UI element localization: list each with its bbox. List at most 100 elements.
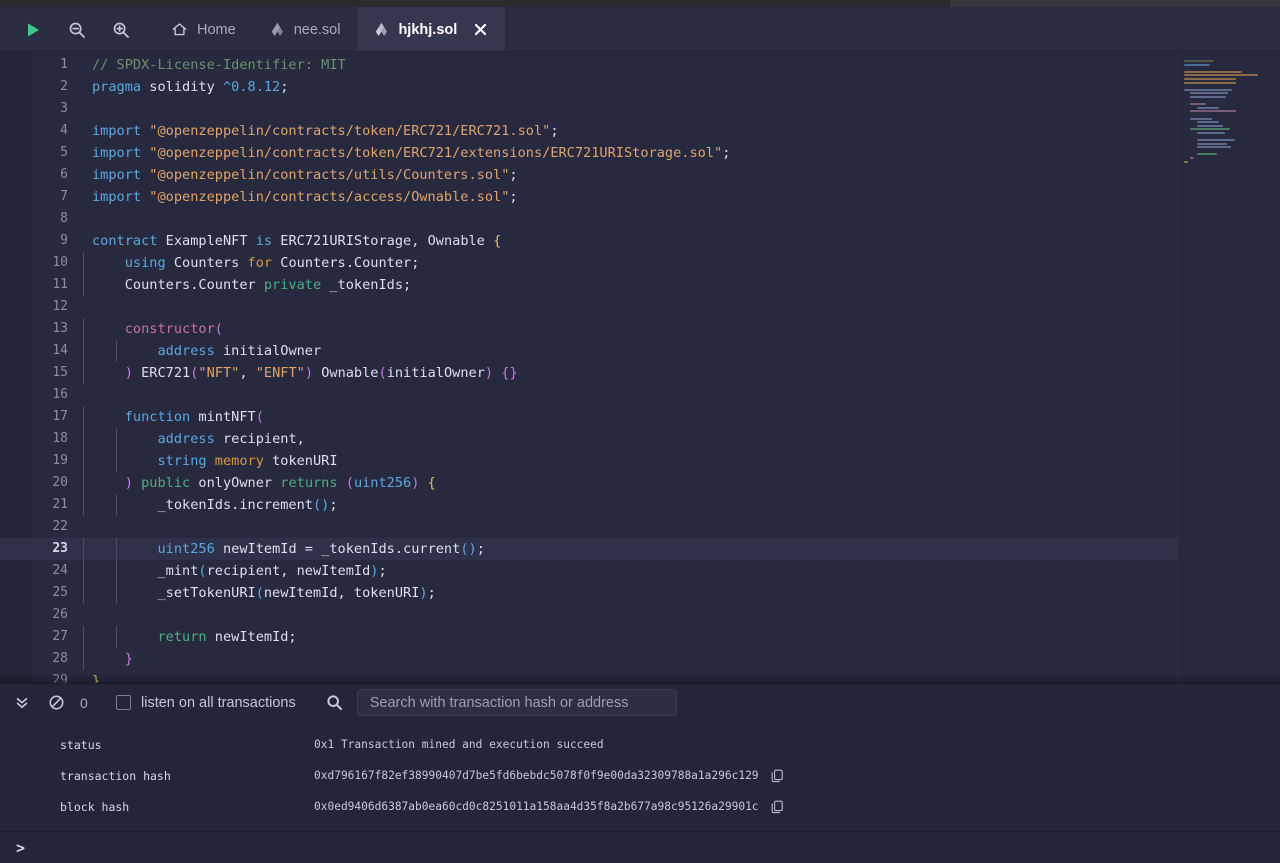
minimap-line bbox=[1184, 60, 1214, 62]
zoom-out-icon[interactable] bbox=[66, 19, 88, 41]
editor-tabbar: Home nee.sol hjkhj.sol bbox=[0, 7, 1280, 52]
code-line[interactable]: 2 pragma solidity ^0.8.12; bbox=[0, 76, 1280, 98]
code-token: ( bbox=[255, 409, 264, 425]
code-line[interactable]: 28 } bbox=[0, 648, 1280, 670]
code-line[interactable]: 24 _mint(recipient, newItemId); bbox=[0, 560, 1280, 582]
minimap-line bbox=[1184, 74, 1258, 77]
code-line[interactable]: 18 address recipient, bbox=[0, 428, 1280, 450]
terminal-prompt[interactable]: > bbox=[16, 839, 25, 857]
line-number: 15 bbox=[52, 365, 68, 380]
code-token: ( bbox=[214, 321, 223, 337]
line-text: ) public onlyOwner returns (uint256) { bbox=[82, 472, 1280, 494]
line-number: 21 bbox=[52, 497, 68, 512]
code-line[interactable]: 6 import "@openzeppelin/contracts/utils/C… bbox=[0, 164, 1280, 186]
clear-console-icon[interactable] bbox=[46, 693, 66, 713]
code-line[interactable]: 12 bbox=[0, 296, 1280, 318]
minimap-line bbox=[1184, 70, 1242, 73]
code-token: ; bbox=[329, 497, 338, 513]
line-text bbox=[82, 296, 1280, 318]
indent-guide bbox=[115, 560, 117, 582]
file-tabs: Home nee.sol hjkhj.sol bbox=[154, 7, 506, 52]
code-token: newItemId, tokenURI bbox=[263, 585, 420, 601]
line-text bbox=[82, 516, 1280, 538]
indent-guide bbox=[115, 340, 117, 362]
search-input[interactable] bbox=[356, 689, 677, 716]
code-line[interactable]: 21 _tokenIds.increment(); bbox=[0, 494, 1280, 516]
listen-on-transactions-toggle[interactable]: listen on all transactions bbox=[116, 695, 296, 711]
line-number: 16 bbox=[52, 387, 68, 402]
terminal-input-bar[interactable]: > bbox=[0, 831, 1280, 863]
code-line[interactable]: 19 string memory tokenURI bbox=[0, 450, 1280, 472]
code-token: ) bbox=[124, 475, 133, 491]
line-text: _tokenIds.increment(); bbox=[82, 494, 1280, 516]
double-chevron-down-icon[interactable] bbox=[12, 693, 32, 713]
code-line[interactable]: 27 return newItemId; bbox=[0, 626, 1280, 648]
tab-hjkhj-sol[interactable]: hjkhj.sol bbox=[357, 7, 506, 52]
code-token: Counters.Counter; bbox=[272, 255, 420, 271]
minimap[interactable] bbox=[1177, 52, 1280, 683]
zoom-in-icon[interactable] bbox=[110, 19, 132, 41]
code-token: ; bbox=[280, 79, 289, 95]
code-token: public bbox=[141, 475, 191, 491]
search-icon[interactable] bbox=[326, 694, 343, 711]
copy-icon[interactable] bbox=[771, 769, 784, 783]
line-number: 2 bbox=[60, 79, 68, 94]
code-line[interactable]: 7 import "@openzeppelin/contracts/access/… bbox=[0, 186, 1280, 208]
code-token: returns bbox=[280, 475, 338, 491]
code-line[interactable]: 20 ) public onlyOwner returns (uint256) … bbox=[0, 472, 1280, 494]
code-line[interactable]: 8 bbox=[0, 208, 1280, 230]
line-text: pragma solidity ^0.8.12; bbox=[82, 76, 1280, 98]
code-line[interactable]: 11 Counters.Counter private _tokenIds; bbox=[0, 274, 1280, 296]
code-token: Ownable bbox=[313, 365, 379, 381]
line-number: 12 bbox=[52, 299, 68, 314]
run-icon[interactable] bbox=[22, 19, 44, 41]
code-line[interactable]: 16 bbox=[0, 384, 1280, 406]
code-token: return bbox=[157, 629, 207, 645]
code-line[interactable]: 26 bbox=[0, 604, 1280, 626]
code-line[interactable]: 29} bbox=[0, 670, 1280, 683]
minimap-line bbox=[1196, 142, 1227, 145]
code-line[interactable]: 9 contract ExampleNFT is ERC721URIStorage… bbox=[0, 230, 1280, 252]
code-line[interactable]: 4 import "@openzeppelin/contracts/token/E… bbox=[0, 120, 1280, 142]
code-token: mintNFT bbox=[190, 409, 256, 425]
indent-guide bbox=[83, 626, 84, 648]
code-line[interactable]: 25 _setTokenURI(newItemId, tokenURI); bbox=[0, 582, 1280, 604]
code-line[interactable]: 14 address initialOwner bbox=[0, 340, 1280, 362]
code-line[interactable]: 10 using Counters for Counters.Counter; bbox=[0, 252, 1280, 274]
code-token: {} bbox=[501, 365, 518, 381]
code-editor[interactable]: 1 // SPDX-License-Identifier: MIT 2 pragma … bbox=[0, 52, 1280, 683]
line-text: constructor( bbox=[82, 318, 1280, 340]
window-top-strip-right bbox=[950, 0, 1280, 7]
detail-key: block hash bbox=[60, 799, 130, 814]
code-line[interactable]: 17 function mintNFT( bbox=[0, 406, 1280, 428]
code-token: { bbox=[493, 233, 502, 249]
listen-checkbox[interactable] bbox=[116, 695, 131, 710]
minimap-line bbox=[1190, 95, 1227, 98]
tab-nee-sol[interactable]: nee.sol bbox=[253, 7, 358, 52]
code-line[interactable]: 3 bbox=[0, 98, 1280, 120]
code-token: address bbox=[157, 343, 215, 359]
code-line[interactable]: 22 bbox=[0, 516, 1280, 538]
code-lines-container[interactable]: 1 // SPDX-License-Identifier: MIT 2 pragma … bbox=[0, 52, 1280, 683]
copy-icon[interactable] bbox=[771, 800, 784, 814]
code-token: ( bbox=[378, 365, 387, 381]
line-number: 13 bbox=[52, 321, 68, 336]
minimap-line bbox=[1184, 88, 1232, 91]
code-line[interactable]: 23 uint256 newItemId = _tokenIds.current… bbox=[0, 538, 1280, 560]
close-icon[interactable] bbox=[473, 22, 488, 37]
code-line[interactable]: 13 constructor( bbox=[0, 318, 1280, 340]
code-token: "ENFT" bbox=[255, 365, 305, 381]
indent-guide bbox=[115, 626, 117, 648]
code-token: using bbox=[124, 255, 166, 271]
line-number: 23 bbox=[52, 541, 68, 556]
tab-home[interactable]: Home bbox=[154, 7, 253, 52]
code-token: ( bbox=[255, 585, 264, 601]
detail-value: 0x0ed9406d6387ab0ea60cd0c8251011a158aa4d… bbox=[314, 800, 759, 813]
code-line[interactable]: 5 import "@openzeppelin/contracts/token/E… bbox=[0, 142, 1280, 164]
code-line[interactable]: 1 // SPDX-License-Identifier: MIT bbox=[0, 54, 1280, 76]
code-token: uint256 bbox=[353, 475, 412, 491]
code-line[interactable]: 15 ) ERC721("NFT", "ENFT") Ownable(initi… bbox=[0, 362, 1280, 384]
